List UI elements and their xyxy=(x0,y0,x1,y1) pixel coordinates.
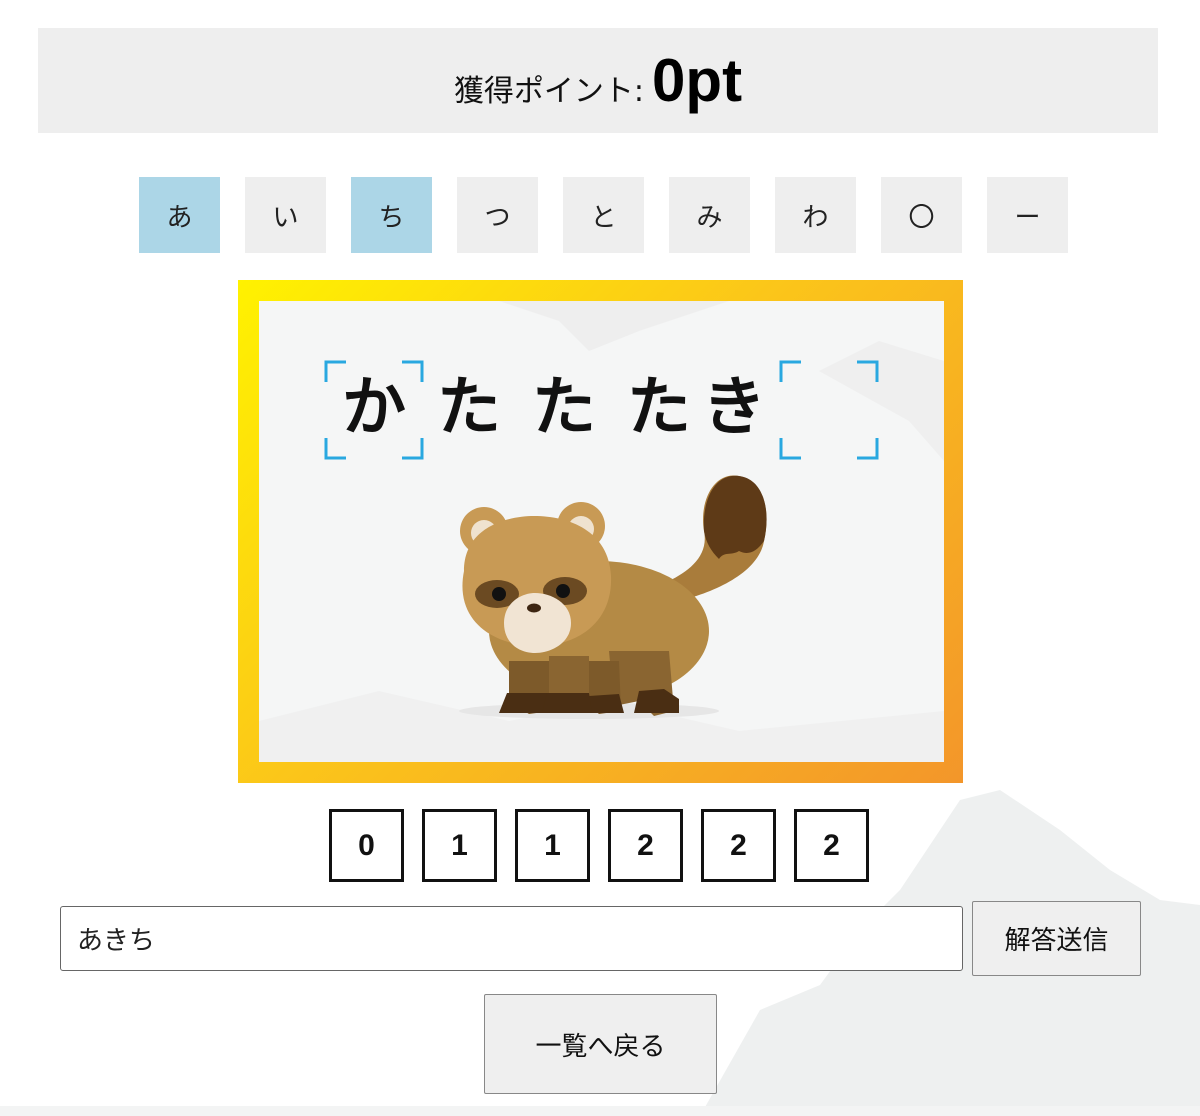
kana-key-a[interactable]: あ xyxy=(139,177,220,253)
word-char-2: た xyxy=(437,371,501,445)
answer-input[interactable] xyxy=(60,906,963,971)
kana-key-long-vowel[interactable]: ー xyxy=(987,177,1068,253)
submit-answer-button[interactable]: 解答送信 xyxy=(972,901,1141,976)
digit-box: 2 xyxy=(701,809,776,882)
kana-key-circle[interactable]: 〇 xyxy=(881,177,962,253)
digit-box: 2 xyxy=(794,809,869,882)
score-bar: 獲得ポイント: 0pt xyxy=(38,28,1158,133)
score-label: 獲得ポイント: xyxy=(453,73,645,109)
kana-key-i[interactable]: い xyxy=(245,177,326,253)
kana-keyboard: あ い ち つ と み わ 〇 ー xyxy=(139,177,1068,253)
kana-key-to[interactable]: と xyxy=(563,177,644,253)
kana-key-wa[interactable]: わ xyxy=(775,177,856,253)
quiz-card-content: か た た た き xyxy=(259,301,944,762)
kana-key-chi[interactable]: ち xyxy=(351,177,432,253)
back-to-list-button[interactable]: 一覧へ戻る xyxy=(484,994,717,1094)
digit-row: 0 1 1 2 2 2 xyxy=(329,809,869,882)
kana-key-tsu[interactable]: つ xyxy=(457,177,538,253)
digit-box: 1 xyxy=(515,809,590,882)
bottom-strip xyxy=(0,1106,1200,1116)
digit-box: 1 xyxy=(422,809,497,882)
quiz-card: か た た た き xyxy=(238,280,963,783)
word-char-5: き xyxy=(702,371,766,445)
kana-key-mi[interactable]: み xyxy=(669,177,750,253)
word-char-3: た xyxy=(532,371,596,445)
digit-box: 2 xyxy=(608,809,683,882)
word-char-1: か xyxy=(342,371,406,445)
raccoon-dog-icon xyxy=(459,475,767,719)
score-value: 0pt xyxy=(652,47,743,114)
digit-box: 0 xyxy=(329,809,404,882)
quiz-page: 獲得ポイント: 0pt あ い ち つ と み わ 〇 ー か た た た き … xyxy=(0,0,1200,1116)
